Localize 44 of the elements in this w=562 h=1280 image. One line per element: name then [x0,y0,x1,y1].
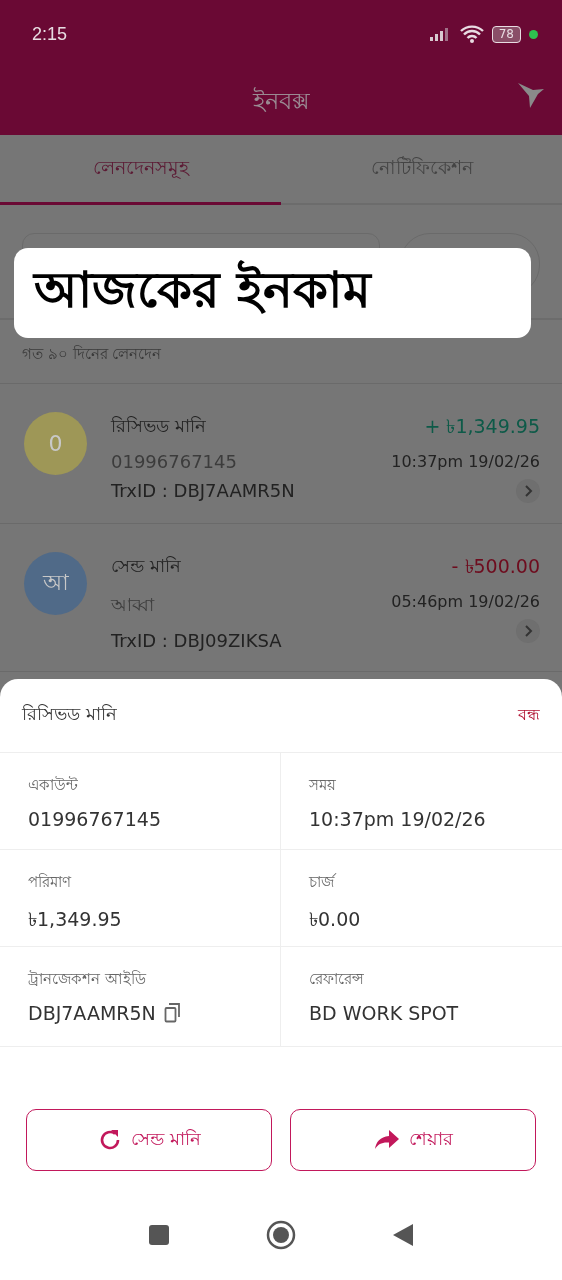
transaction-item[interactable]: 0 রিসিভড মানি 01996767145 TrxID : DBJ7AAMR5N + ৳1,349.95 10:37pm 19/02/26 [0,384,562,524]
back-icon[interactable] [392,1223,414,1247]
close-button[interactable]: বন্ধ [518,702,540,729]
field-label: ট্রানজেকশন আইডি [28,969,148,990]
chevron-right-icon[interactable] [516,479,540,503]
status-dot [529,29,538,39]
transaction-time: 05:46pm 19/02/26 [391,592,540,611]
transaction-amount: - ৳500.00 [451,554,540,579]
transaction-party: 01996767145 [111,451,238,472]
wifi-icon [459,25,484,43]
transaction-item[interactable]: আ সেন্ড মানি আব্বা TrxID : DBJ09ZIKSA - ৳500.00 05:46pm 19/02/26 [0,524,562,672]
transaction-time: 10:37pm 19/02/26 [391,452,540,471]
field-value: ৳0.00 [309,907,361,932]
field-value: 01996767145 [28,808,161,830]
tab[interactable]: লেনদেনসমূহ [0,135,281,205]
copy-icon[interactable] [163,1003,182,1023]
field-label: পরিমাণ [28,872,73,893]
status-time: 2:15 [32,23,68,45]
caption-toast: আজকের ইনকাম [14,248,531,338]
field-label: সময় [309,775,337,796]
transaction-id: TrxID : DBJ09ZIKSA [111,630,283,651]
field-value: ৳1,349.95 [28,907,122,932]
share-button[interactable]: শেয়ার [290,1109,536,1171]
transaction-party: আব্বা [111,593,156,617]
sheet-title: রিসিভড মানি [22,702,117,726]
field-label: চার্জ [309,870,534,895]
page-title: ইনবক্স [252,85,310,117]
avatar: 0 [24,412,87,475]
recents-icon[interactable] [148,1224,170,1246]
transaction-type: সেন্ড মানি [111,554,182,578]
battery-icon: 78 [491,25,521,43]
transaction-id: TrxID : DBJ7AAMR5N [111,480,296,501]
field-value: BD WORK SPOT [309,1002,459,1024]
avatar: আ [24,552,87,615]
transaction-amount: + ৳1,349.95 [424,414,540,439]
transaction-type: রিসিভড মানি [111,414,207,438]
field-label: একাউন্ট [28,775,79,796]
field-value: DBJ7AAMR5N [28,1002,156,1024]
send-money-button[interactable]: সেন্ড মানি [26,1109,272,1171]
home-icon[interactable] [266,1220,296,1250]
bird-logo-icon [516,80,546,110]
field-value: 10:37pm 19/02/26 [309,808,486,830]
chevron-right-icon[interactable] [516,619,540,643]
field-label: রেফারেন্স [309,969,365,990]
